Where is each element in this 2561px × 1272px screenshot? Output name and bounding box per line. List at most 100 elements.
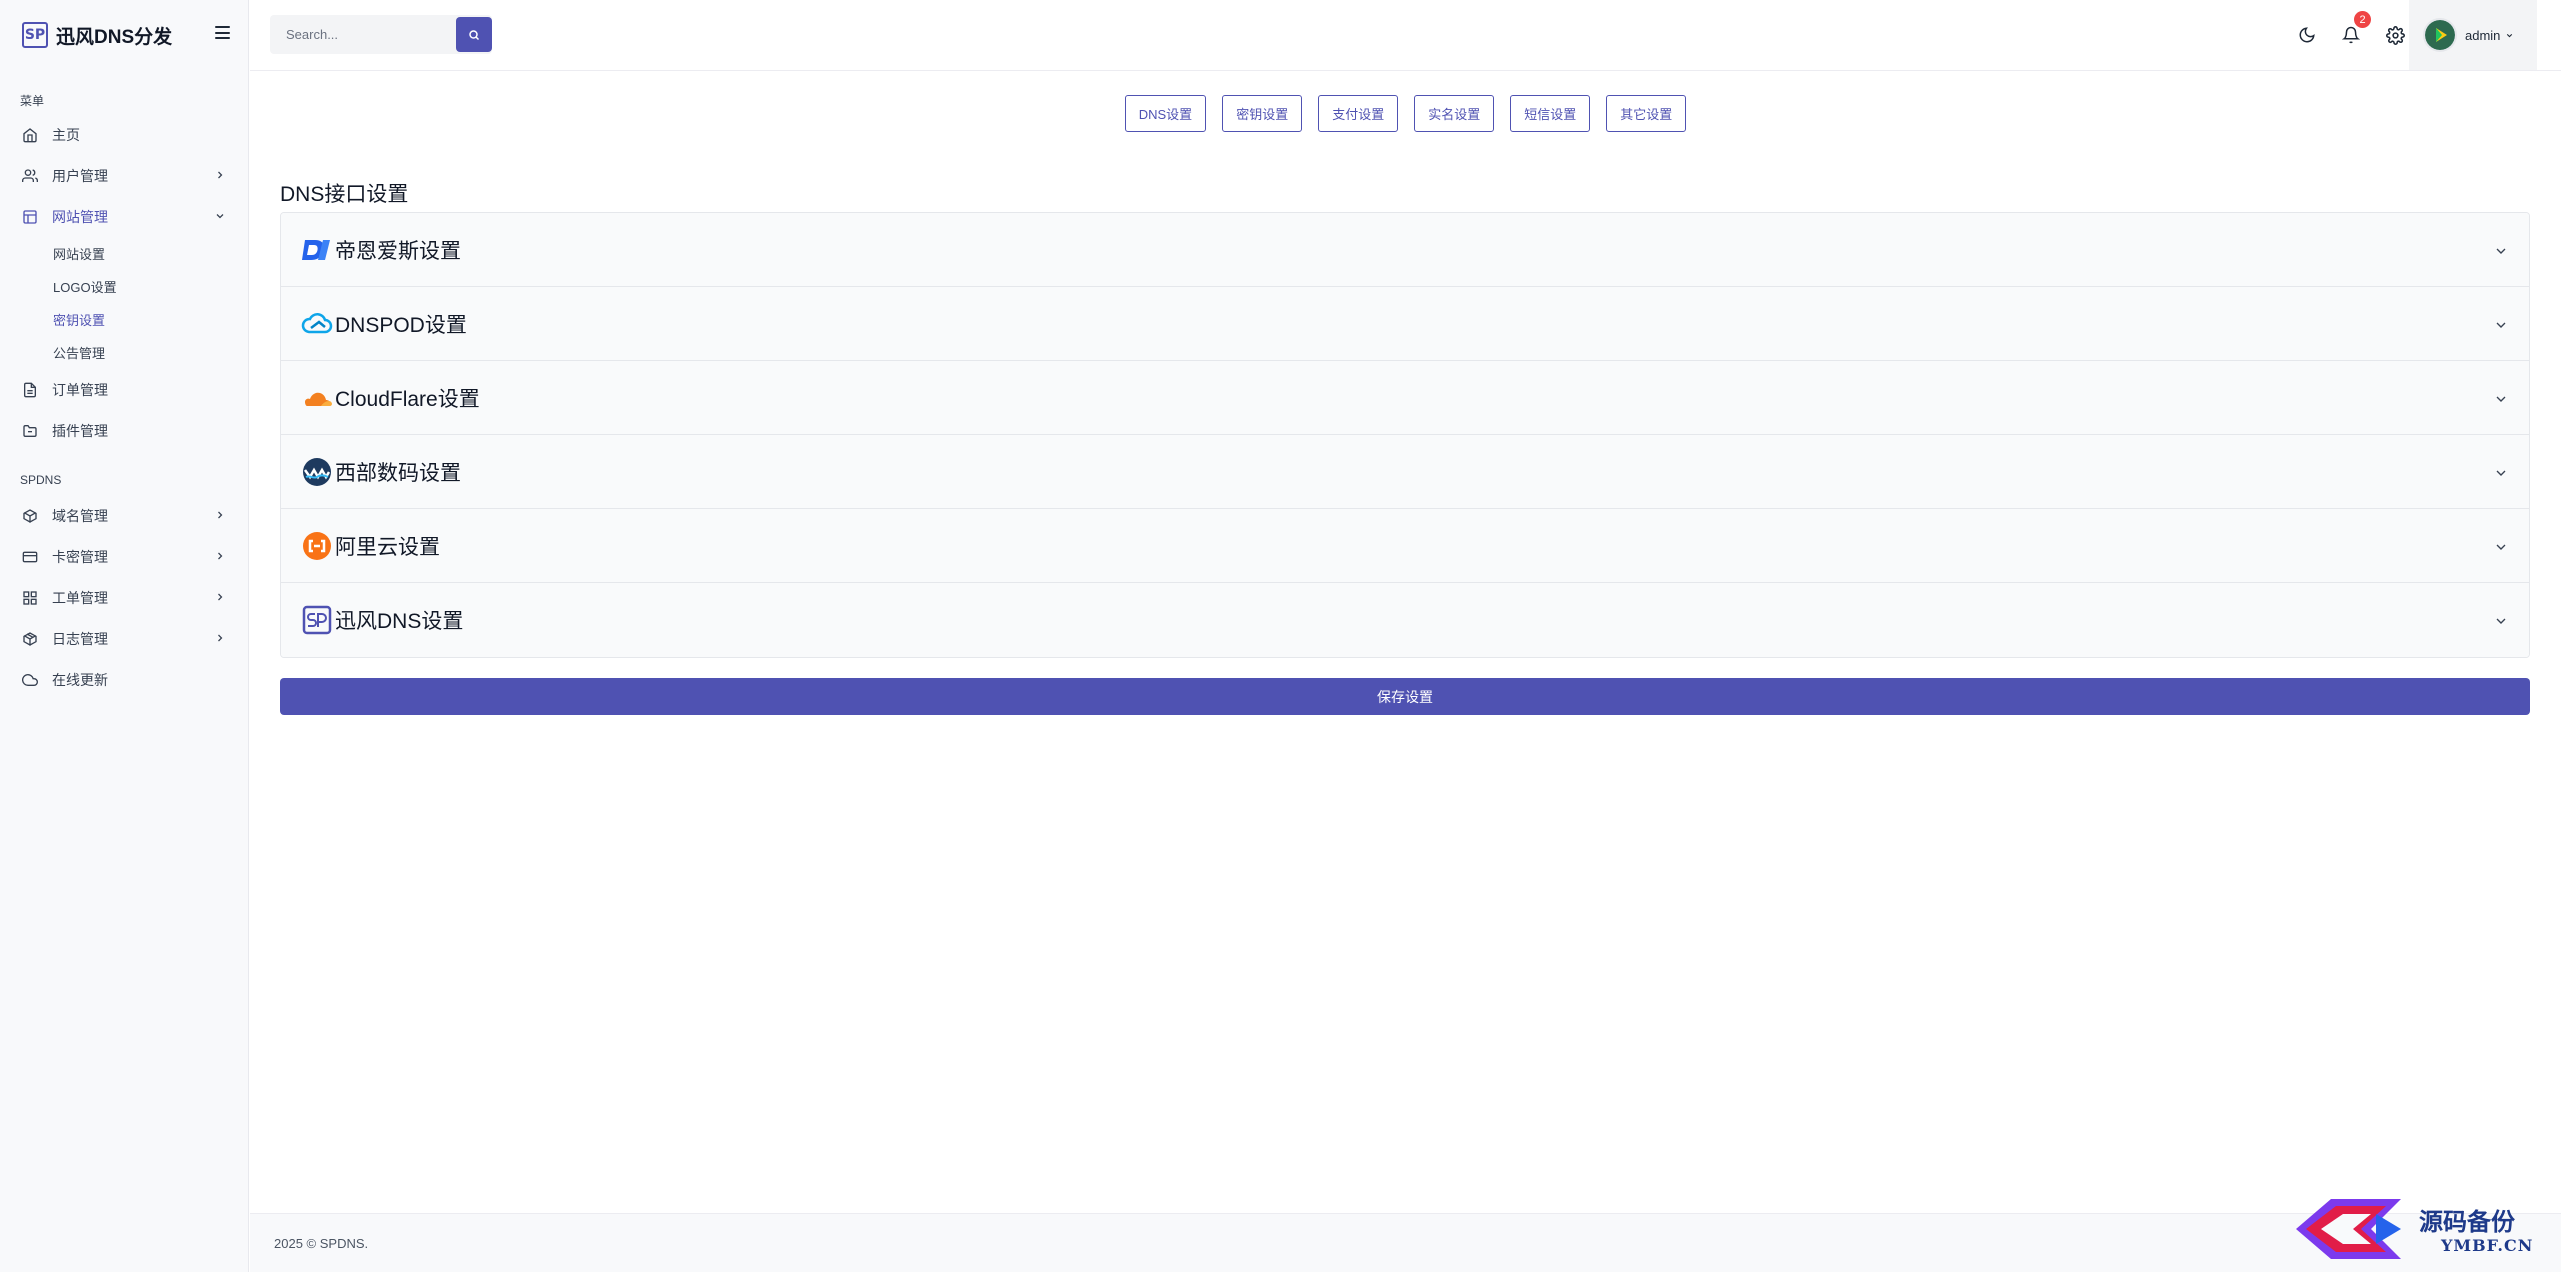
chevron-down-icon (2496, 618, 2506, 624)
sidebar-item-label: 主页 (52, 126, 80, 143)
sidebar: SP 迅风DNS分发 菜单 主页 用户管理 网站管理 网站设置 LOGO设置 密… (0, 0, 249, 1272)
chevron-down-icon (2496, 248, 2506, 254)
chevron-down-icon (2496, 322, 2506, 328)
chevron-down-icon (2496, 544, 2506, 550)
tab-other-settings[interactable]: 其它设置 (1606, 95, 1687, 132)
sidebar-item-domains[interactable]: 域名管理 (0, 495, 248, 536)
sidebar-item-users[interactable]: 用户管理 (0, 155, 248, 196)
menu-toggle-icon[interactable] (215, 26, 230, 39)
box-icon (22, 508, 38, 524)
sidebar-item-label: 插件管理 (52, 422, 108, 439)
dnspod-cloud-icon (301, 308, 333, 340)
sidebar-subitem-announcements[interactable]: 公告管理 (0, 336, 248, 369)
chevron-right-icon (218, 552, 223, 560)
sidebar-item-label: 网站管理 (52, 208, 108, 225)
sidebar-item-website[interactable]: 网站管理 (0, 196, 248, 237)
chevron-right-icon (218, 593, 223, 601)
sidebar-subitem-site-settings[interactable]: 网站设置 (0, 237, 248, 270)
sidebar-item-update[interactable]: 在线更新 (0, 659, 248, 700)
chevron-down-icon (2496, 396, 2506, 402)
accordion-label: CloudFlare设置 (335, 387, 480, 411)
tab-dns-settings[interactable]: DNS设置 (1124, 95, 1207, 132)
sidebar-item-label: 用户管理 (52, 167, 108, 184)
sidebar-subitem-logo-settings[interactable]: LOGO设置 (0, 270, 248, 303)
avatar (2423, 18, 2457, 52)
watermark-logo-icon (2296, 1199, 2401, 1259)
search-button[interactable] (456, 17, 492, 52)
accordion-item-spdns[interactable]: 迅风DNS设置 (281, 583, 2529, 657)
aliyun-icon (301, 530, 333, 562)
chevron-right-icon (218, 634, 223, 642)
footer: 2025 © SPDNS. (250, 1213, 2561, 1272)
username: admin (2465, 27, 2501, 43)
sidebar-item-home[interactable]: 主页 (0, 114, 248, 155)
sidebar-item-label: 工单管理 (52, 589, 108, 606)
sidebar-item-label: 在线更新 (52, 671, 108, 688)
file-icon (22, 382, 38, 398)
chevron-right-icon (218, 171, 223, 179)
grid-icon (22, 590, 38, 606)
topbar: 2 admin (250, 0, 2561, 71)
brand: SP 迅风DNS分发 (0, 0, 248, 70)
user-menu[interactable]: admin (2409, 0, 2537, 70)
tab-key-settings[interactable]: 密钥设置 (1222, 95, 1303, 132)
chevron-right-icon (218, 511, 223, 519)
settings-button[interactable] (2383, 23, 2407, 47)
home-icon (22, 127, 38, 143)
west-digital-icon (301, 456, 333, 488)
watermark-title: 源码备份 (2419, 1207, 2515, 1236)
sidebar-item-tickets[interactable]: 工单管理 (0, 577, 248, 618)
accordion-item-dnsla[interactable]: 帝恩爱斯设置 (281, 213, 2529, 287)
notification-badge: 2 (2354, 11, 2371, 28)
chevron-down-icon (2496, 470, 2506, 476)
tab-sms-settings[interactable]: 短信设置 (1510, 95, 1591, 132)
sidebar-item-orders[interactable]: 订单管理 (0, 369, 248, 410)
cloudflare-icon (301, 382, 333, 414)
accordion-label: DNSPOD设置 (335, 313, 467, 337)
settings-tabs: DNS设置 密钥设置 支付设置 实名设置 短信设置 其它设置 (250, 95, 2561, 132)
chevron-down-icon (2507, 33, 2513, 37)
folder-icon (22, 423, 38, 439)
moon-icon (2299, 27, 2315, 43)
chevron-down-icon (216, 214, 224, 219)
sidebar-item-label: 订单管理 (52, 381, 108, 398)
sidebar-item-logs[interactable]: 日志管理 (0, 618, 248, 659)
accordion-item-cloudflare[interactable]: CloudFlare设置 (281, 361, 2529, 435)
main-content: DNS设置 密钥设置 支付设置 实名设置 短信设置 其它设置 DNS接口设置 帝… (250, 71, 2561, 1213)
tab-realname-settings[interactable]: 实名设置 (1414, 95, 1495, 132)
footer-copyright: 2025 © SPDNS. (274, 1235, 369, 1251)
dns-la-logo-icon (301, 234, 333, 266)
sp-logo-icon (301, 604, 333, 636)
gear-icon (2385, 25, 2405, 45)
sidebar-subitem-key-settings[interactable]: 密钥设置 (0, 303, 248, 336)
nav-section-menu: 菜单 (20, 94, 45, 108)
accordion-item-dnspod[interactable]: DNSPOD设置 (281, 287, 2529, 361)
dark-mode-toggle[interactable] (2295, 23, 2319, 47)
sidebar-item-label: 域名管理 (52, 507, 108, 524)
accordion-label: 阿里云设置 (335, 535, 440, 559)
accordion-label: 帝恩爱斯设置 (335, 239, 461, 263)
sidebar-item-label: 日志管理 (52, 630, 108, 647)
nav-section-spdns: SPDNS (20, 473, 62, 487)
users-icon (22, 168, 38, 184)
sidebar-item-plugins[interactable]: 插件管理 (0, 410, 248, 451)
search-input[interactable] (270, 15, 450, 54)
accordion-item-west-digital[interactable]: 西部数码设置 (281, 435, 2529, 509)
sidebar-item-cards[interactable]: 卡密管理 (0, 536, 248, 577)
accordion-item-aliyun[interactable]: 阿里云设置 (281, 509, 2529, 583)
provider-accordion: 帝恩爱斯设置 DNSPOD设置 CloudFlare设置 西部数码设置 阿里云设… (280, 212, 2530, 658)
section-title: DNS接口设置 (280, 183, 409, 206)
sidebar-item-label: 卡密管理 (52, 548, 108, 565)
search-box (270, 15, 492, 54)
watermark-subtitle: YMBF.CN (2441, 1236, 2534, 1255)
watermark: 源码备份 YMBF.CN (2291, 1194, 2541, 1264)
tab-payment-settings[interactable]: 支付设置 (1318, 95, 1399, 132)
credit-card-icon (22, 549, 38, 565)
bell-icon (2342, 26, 2360, 44)
brand-name: 迅风DNS分发 (56, 26, 173, 48)
cloud-icon (22, 672, 38, 688)
save-button[interactable]: 保存设置 (280, 678, 2530, 715)
accordion-label: 西部数码设置 (335, 461, 461, 485)
package-icon (22, 631, 38, 647)
notifications-button[interactable]: 2 (2339, 11, 2371, 47)
